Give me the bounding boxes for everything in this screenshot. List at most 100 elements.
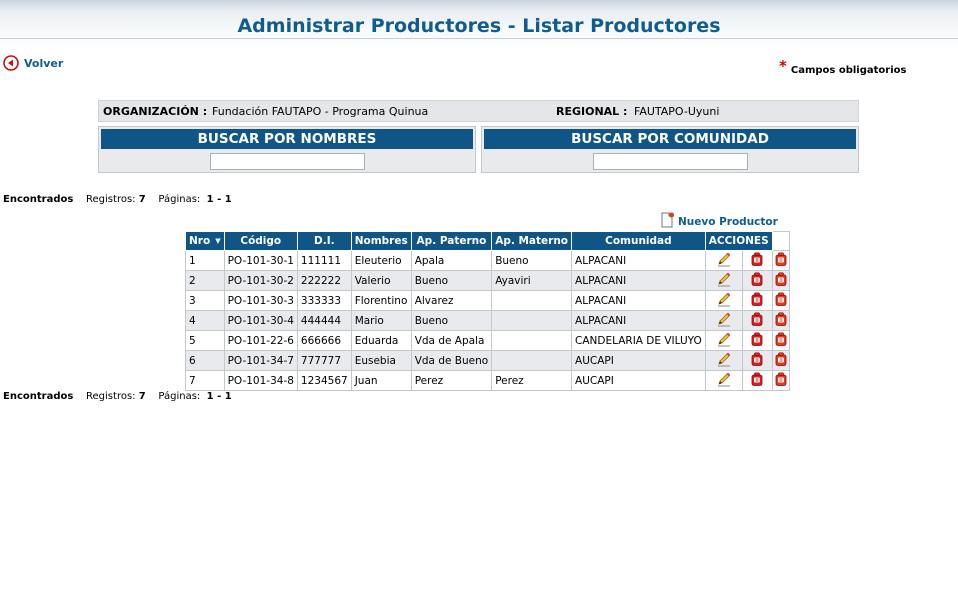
delete-alt-action[interactable] [771,250,790,271]
required-star: * [779,57,787,75]
new-producer-link[interactable]: Nuevo Productor [660,212,778,231]
records-value: 7 [138,194,146,205]
cell-ap-materno: Bueno [491,250,573,271]
header-nombres: Nombres [350,231,412,251]
organization-label: ORGANIZACIÓN : [103,105,208,118]
pages-label: Páginas: [158,194,201,205]
delete-alt-action[interactable] [771,310,790,331]
cell-ap-materno [491,330,573,351]
search-by-name-input[interactable] [210,153,365,170]
cell-ap-materno [491,310,573,331]
delete-alt-icon [775,252,787,269]
cell-ap-paterno: Apala [410,250,493,271]
cell-ap-materno [491,290,573,311]
regional-label: REGIONAL : [556,105,628,118]
edit-action[interactable] [704,350,743,371]
delete-action[interactable] [741,290,773,311]
cell-ap-materno: Ayaviri [491,270,573,291]
cell-nombres: Mario [350,310,412,331]
pencil-icon [716,272,732,290]
header-codigo: Código [223,231,298,251]
header-acciones: ACCIONES [704,231,773,251]
edit-action[interactable] [704,330,743,351]
delete-action[interactable] [741,310,773,331]
delete-action[interactable] [741,370,773,391]
cell-nro: 4 [185,310,225,331]
delete-alt-icon [775,332,787,349]
cell-codigo: PO-101-34-7 [223,350,298,371]
delete-icon [751,372,763,389]
table-row: 1 PO-101-30-1 111111 Eleuterio Apala Bueno ALP… [185,250,790,271]
cell-di: 666666 [296,330,352,351]
regional-value: FAUTAPO-Uyuni [634,105,720,118]
header-nro[interactable]: Nro ▼ [185,231,225,251]
delete-alt-action[interactable] [771,330,790,351]
top-divider [0,38,958,39]
edit-action[interactable] [704,370,743,391]
cell-codigo: PO-101-30-3 [223,290,298,311]
organization-bar: ORGANIZACIÓN : Fundación FAUTAPO - Progr… [98,100,859,122]
cell-di: 444444 [296,310,352,331]
found-label: Encontrados [3,194,74,205]
delete-action[interactable] [741,330,773,351]
cell-nro: 5 [185,330,225,351]
edit-action[interactable] [704,270,743,291]
delete-alt-action[interactable] [771,370,790,391]
cell-comunidad: AUCAPI [571,370,706,391]
cell-ap-materno: Perez [491,370,573,391]
delete-action[interactable] [741,350,773,371]
header-comunidad: Comunidad [571,231,706,251]
cell-di: 333333 [296,290,352,311]
delete-alt-icon [775,272,787,289]
pencil-icon [716,332,732,350]
producers-table: Nro ▼ Código D.I. Nombres Ap. Paterno Ap.… [185,231,790,391]
cell-nombres: Valerio [350,270,412,291]
table-row: 3 PO-101-30-3 333333 Florentino Alvarez ALPAC… [185,290,790,311]
required-label: Campos obligatorios [790,65,907,76]
cell-comunidad: AUCAPI [571,350,706,371]
delete-action[interactable] [741,250,773,271]
pencil-icon [716,312,732,330]
cell-nombres: Eduarda [350,330,412,351]
delete-alt-action[interactable] [771,270,790,291]
edit-action[interactable] [704,290,743,311]
cell-di: 1234567 [296,370,352,391]
search-by-community-input[interactable] [593,153,748,170]
delete-alt-action[interactable] [771,350,790,371]
results-summary-top: Encontrados Registros: 7 Páginas: 1 - 1 [3,194,232,205]
pages-value: 1 - 1 [206,391,232,402]
found-label: Encontrados [3,391,74,402]
cell-nombres: Florentino [350,290,412,311]
required-note: * Campos obligatorios [779,57,907,77]
delete-icon [751,252,763,269]
search-by-community-title: BUSCAR POR COMUNIDAD [484,129,856,149]
search-by-community-panel: BUSCAR POR COMUNIDAD [481,126,859,173]
back-label: Volver [24,56,64,70]
cell-codigo: PO-101-30-2 [223,270,298,291]
delete-alt-action[interactable] [771,290,790,311]
delete-icon [751,272,763,289]
cell-nombres: Juan [350,370,412,391]
back-link[interactable]: Volver [3,55,63,71]
delete-action[interactable] [741,270,773,291]
cell-nro: 7 [185,370,225,391]
cell-di: 222222 [296,270,352,291]
back-arrow-icon [3,55,19,71]
edit-action[interactable] [704,310,743,331]
cell-ap-paterno: Alvarez [410,290,493,311]
cell-nro: 1 [185,250,225,271]
cell-nro: 6 [185,350,225,371]
records-value: 7 [138,391,146,402]
table-row: 4 PO-101-30-4 444444 Mario Bueno ALPACANI [185,310,790,331]
table-row: 7 PO-101-34-8 1234567 Juan Perez Perez AUCAPI [185,370,790,391]
table-header-row: Nro ▼ Código D.I. Nombres Ap. Paterno Ap.… [185,231,790,251]
cell-ap-paterno: Bueno [410,310,493,331]
cell-nombres: Eleuterio [350,250,412,271]
cell-ap-paterno: Perez [410,370,493,391]
cell-comunidad: ALPACANI [571,270,706,291]
delete-alt-icon [775,372,787,389]
cell-nro: 2 [185,270,225,291]
cell-comunidad: CANDELARIA DE VILUYO [571,330,706,351]
edit-action[interactable] [704,250,743,271]
delete-icon [751,332,763,349]
